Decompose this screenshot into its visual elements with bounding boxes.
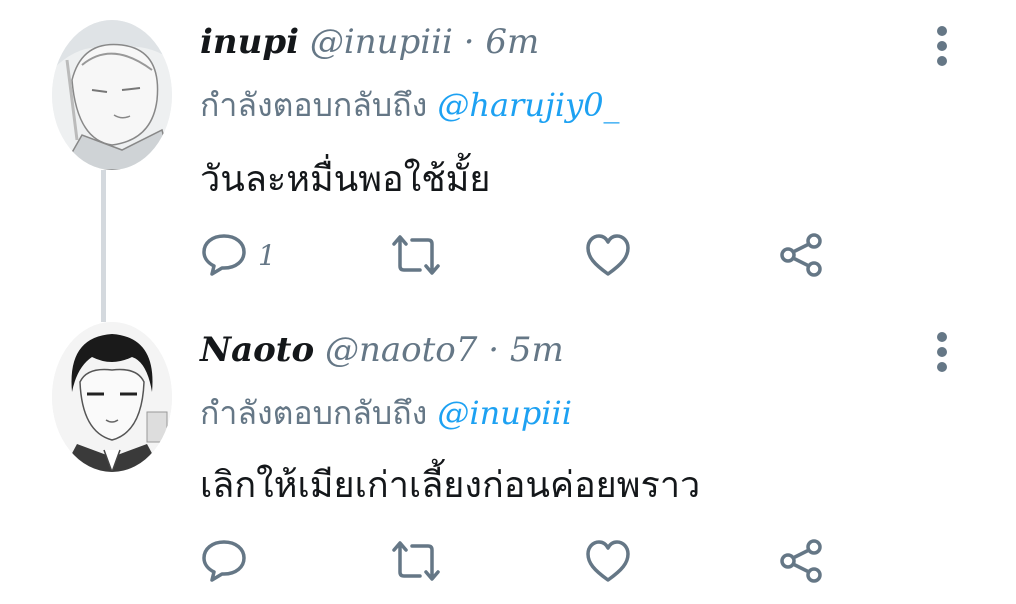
mention-link[interactable]: @inupiii (437, 394, 572, 432)
tweet-actions (0, 536, 1016, 586)
retweet-icon (392, 541, 440, 581)
tweet-header: Naoto @naoto7 · 5m (200, 330, 564, 370)
timestamp[interactable]: 5m (510, 330, 564, 370)
display-name[interactable]: inupi (200, 22, 299, 62)
replying-to-label: กำลังตอบกลับถึง (200, 394, 428, 432)
separator: · (452, 22, 486, 62)
more-icon-dot (937, 56, 947, 66)
more-options-button[interactable] (928, 26, 956, 66)
share-button[interactable] (778, 230, 826, 280)
replying-to: กำลังตอบกลับถึง @inupiii (200, 388, 572, 439)
replying-to: กำลังตอบกลับถึง @harujiy0_ (200, 80, 620, 131)
more-icon-dot (937, 332, 947, 342)
tweet-text: เลิกให้เมียเก่าเลี้ยงก่อนค่อยพราว (200, 465, 701, 506)
reply-count: 1 (258, 238, 276, 272)
tweet[interactable]: inupi @inupiii · 6m กำลังตอบกลับถึง @har… (0, 0, 1016, 300)
avatar-image (52, 322, 172, 472)
reply-button[interactable] (200, 536, 258, 586)
avatar[interactable] (52, 20, 172, 170)
mention-link[interactable]: @harujiy0_ (437, 86, 619, 124)
share-icon (780, 539, 822, 583)
like-icon (586, 540, 630, 582)
like-button[interactable] (584, 230, 632, 280)
timestamp[interactable]: 6m (485, 22, 539, 62)
like-icon (586, 234, 630, 276)
display-name[interactable]: Naoto (200, 330, 314, 370)
handle[interactable]: @inupiii (310, 22, 453, 62)
separator: · (477, 330, 510, 370)
more-icon-dot (937, 41, 947, 51)
like-button[interactable] (584, 536, 632, 586)
avatar[interactable] (52, 322, 172, 472)
more-icon-dot (937, 362, 947, 372)
more-icon-dot (937, 347, 947, 357)
share-icon (780, 233, 822, 277)
retweet-button[interactable] (388, 536, 444, 586)
tweet-actions: 1 (0, 230, 1016, 280)
retweet-button[interactable] (388, 230, 444, 280)
handle[interactable]: @naoto7 (325, 330, 477, 370)
tweet-text: วันละหมื่นพอใช้มั้ย (200, 159, 491, 200)
more-icon-dot (937, 26, 947, 36)
tweet-header: inupi @inupiii · 6m (200, 22, 539, 62)
replying-to-label: กำลังตอบกลับถึง (200, 86, 428, 124)
retweet-icon (392, 235, 440, 275)
share-button[interactable] (778, 536, 826, 586)
more-options-button[interactable] (928, 332, 956, 372)
reply-icon (202, 540, 246, 582)
reply-button[interactable]: 1 (200, 230, 276, 280)
tweet[interactable]: Naoto @naoto7 · 5m กำลังตอบกลับถึง @inup… (0, 300, 1016, 604)
reply-icon (202, 234, 246, 276)
avatar-image (52, 20, 172, 170)
